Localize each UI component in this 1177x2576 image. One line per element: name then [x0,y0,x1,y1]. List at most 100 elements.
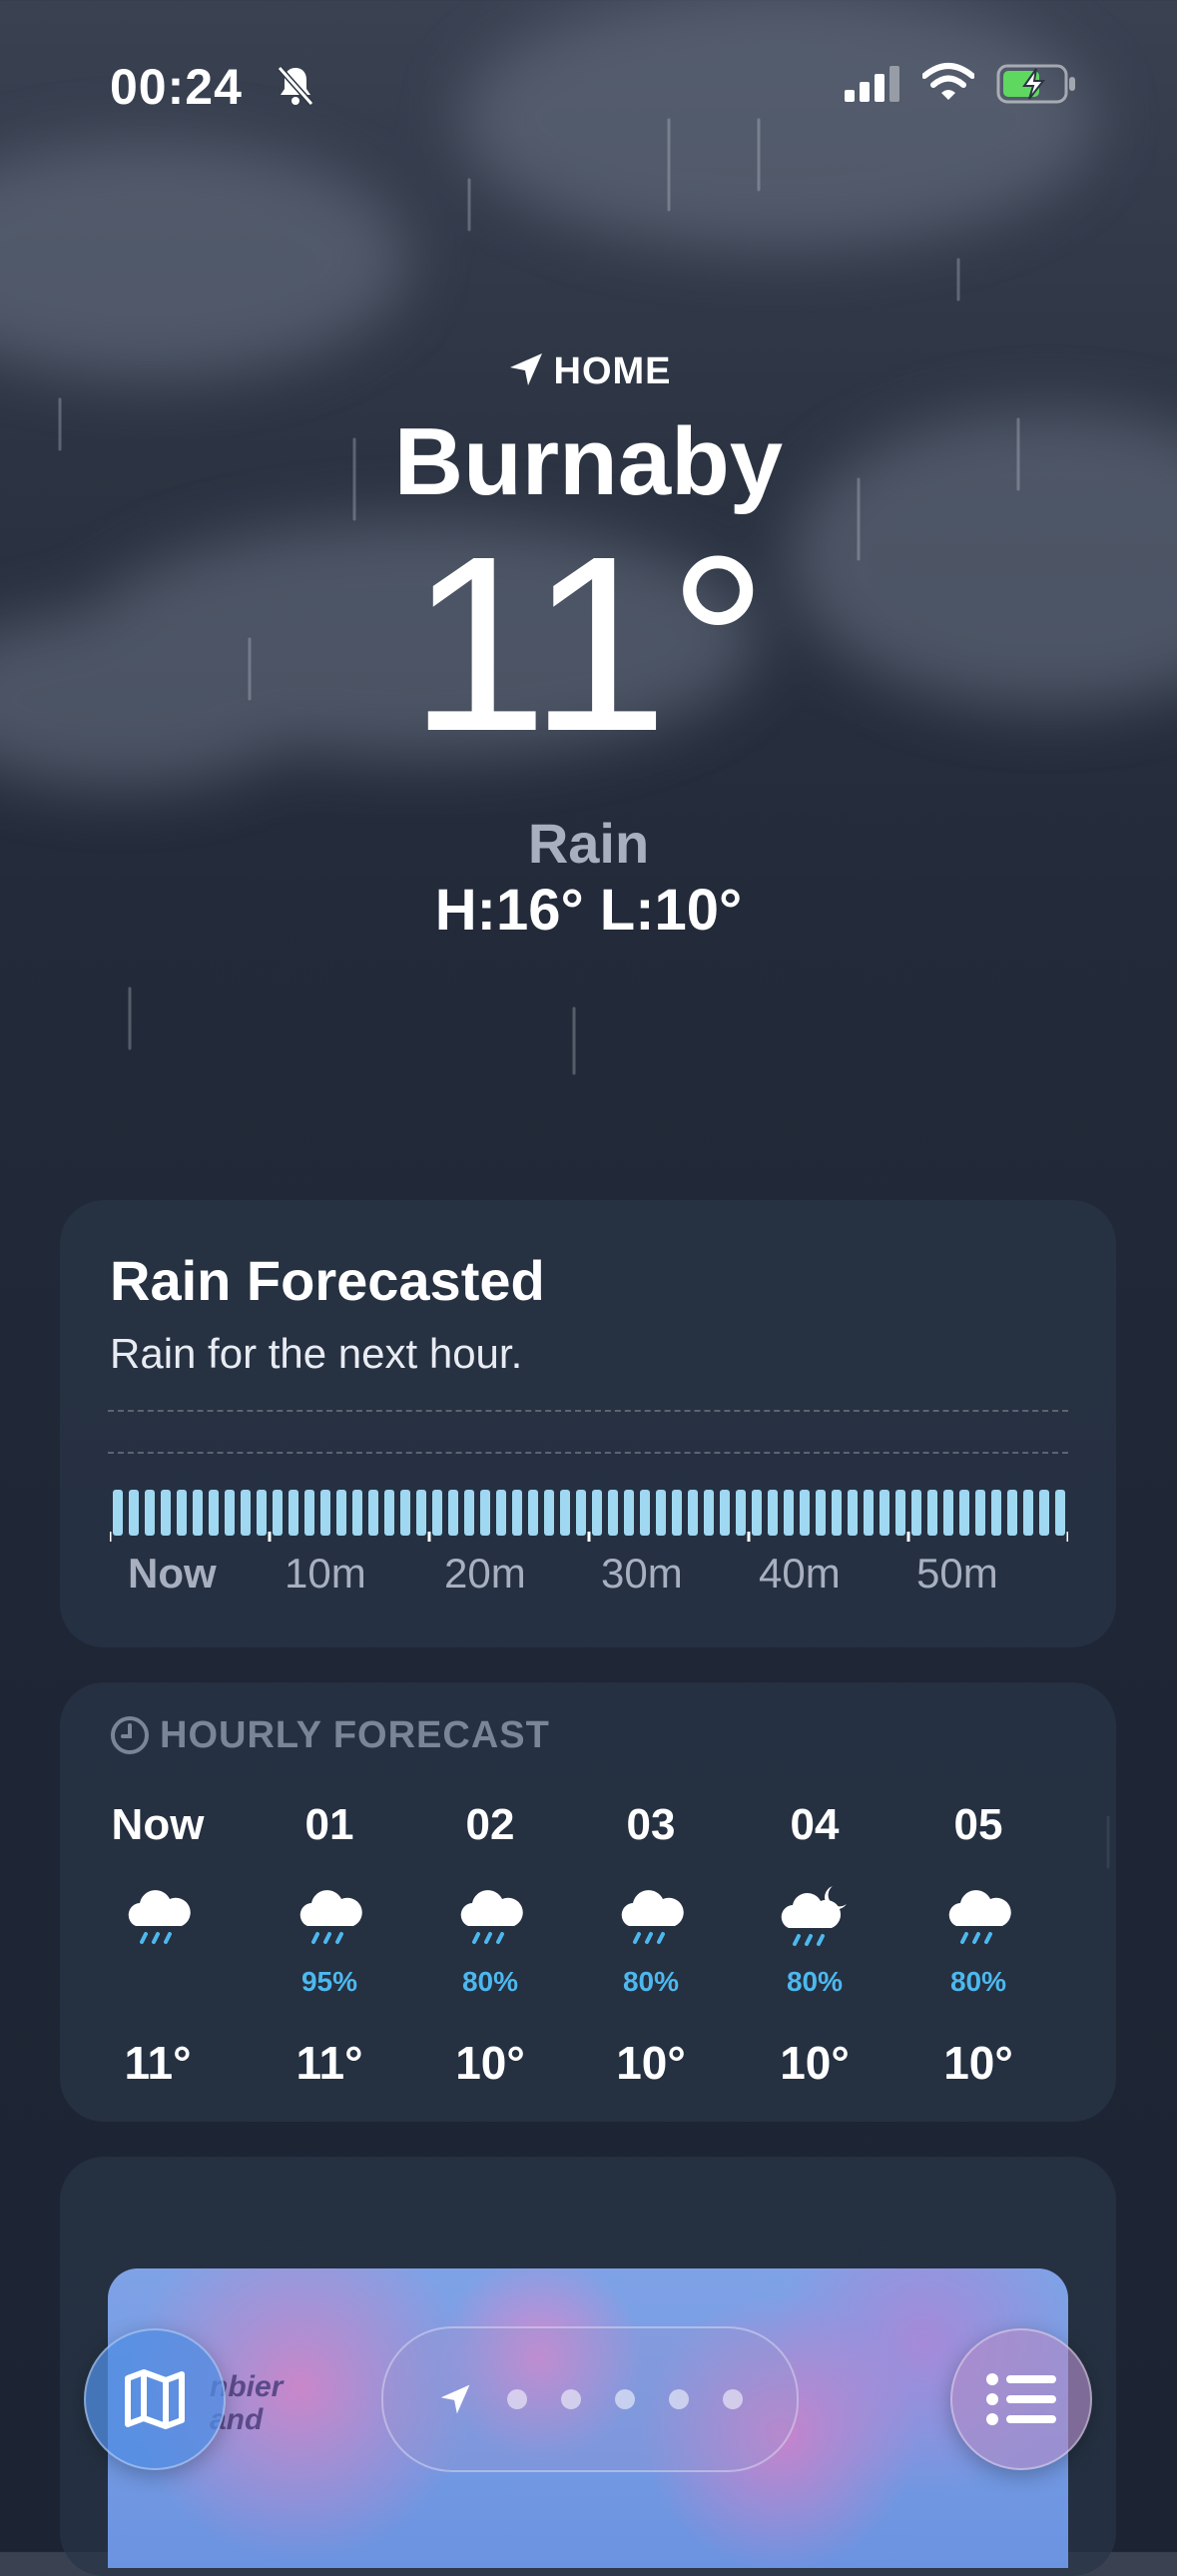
precip-bar [720,1490,730,1536]
hour-temperature: 10° [943,2037,1013,2089]
hourly-item-04: 04 80% 10° [740,1800,889,2090]
location-arrow-icon [509,353,542,385]
precip-bar [943,1490,953,1536]
precip-bar [704,1490,714,1536]
precip-bar [400,1490,410,1536]
page-dot[interactable] [507,2389,527,2409]
precip-bar [416,1490,426,1536]
page-dot[interactable] [669,2389,689,2409]
hourly-item-03: 03 80% 10° [576,1800,726,2090]
hour-time: Now [111,1800,205,1849]
timeline-label-40m: 40m [759,1550,841,1597]
precip-bar [560,1490,570,1536]
timeline-label-50m: 50m [916,1550,998,1597]
precip-bar [1039,1490,1049,1536]
location-tag: HOME [0,349,1177,393]
cloud-rain-icon [460,1890,523,1944]
precip-bar [320,1490,330,1536]
precip-bar [496,1490,506,1536]
precip-bar [432,1490,442,1536]
precip-bar [816,1490,826,1536]
precip-bar [177,1490,187,1536]
location-list-button[interactable] [950,2328,1092,2470]
precip-bar [880,1490,889,1536]
precip-bar [544,1490,554,1536]
hour-time: 01 [304,1800,354,1849]
cellular-signal-icon [845,66,899,102]
hour-temperature: 10° [616,2037,686,2089]
precip-bar [257,1490,267,1536]
intensity-gridline-middle [108,1452,1068,1454]
current-temperature: 11° [408,504,769,783]
precip-bar [129,1490,139,1536]
timeline-labels: Now 10m 20m 30m 40m 50m [110,1550,1068,1610]
precip-chance: 80% [786,1966,844,1997]
precip-bar [161,1490,171,1536]
cloud-rain-icon [299,1890,362,1944]
bell-slash-icon [277,66,314,106]
hourly-item-05: 05 80% 10° [903,1800,1053,2090]
timeline-label-10m: 10m [285,1550,366,1597]
precip-bar [225,1490,235,1536]
precip-bar [528,1490,538,1536]
precip-chance: 95% [300,1966,358,1997]
precip-bar [448,1490,458,1536]
precip-bar [895,1490,905,1536]
precip-bar [975,1490,985,1536]
precip-bar [768,1490,778,1536]
status-bar: 00:24 [0,58,1177,118]
page-dot[interactable] [723,2389,743,2409]
precip-chance [83,1966,233,1996]
hour-temperature: 11° [124,2037,192,2089]
hourly-item-02: 02 80% 10° [415,1800,565,2090]
precip-bar [608,1490,618,1536]
precipitation-bars [110,1490,1068,1542]
precip-bar [624,1490,634,1536]
location-tag-label: HOME [553,350,672,392]
precip-bar [832,1490,842,1536]
hourly-forecast-header: HOURLY FORECAST [110,1714,550,1757]
hourly-item-01: 01 95% 11° [255,1800,404,2090]
precip-bar [336,1490,346,1536]
current-location-arrow-icon [440,2384,470,2414]
high-low-temperature: H:16° L:10° [434,878,743,943]
map-icon [125,2369,185,2429]
clock-icon [111,1716,149,1754]
rain-forecast-card[interactable]: Rain Forecasted Rain for the next hour. … [60,1200,1116,1647]
page-dot[interactable] [561,2389,581,2409]
precip-bar [576,1490,586,1536]
location-pager[interactable] [381,2326,799,2472]
precip-bar [864,1490,874,1536]
city-name: Burnaby [393,408,784,515]
precip-chance: 80% [949,1966,1007,1997]
timeline-label-now: Now [128,1550,217,1597]
precip-bar [1023,1490,1033,1536]
wifi-icon [922,63,974,100]
hour-temperature: 10° [455,2037,525,2089]
precip-bar [368,1490,378,1536]
hour-time: 02 [465,1800,515,1849]
hourly-forecast-card[interactable]: HOURLY FORECAST Now 11° 01 95% 11° 02 80… [60,1682,1116,2122]
hour-temperature: 10° [780,2037,850,2089]
precip-bar [752,1490,762,1536]
cloud-rain-icon [948,1890,1011,1944]
precip-bar [911,1490,921,1536]
rain-card-title: Rain Forecasted [110,1249,545,1312]
precip-bar [672,1490,682,1536]
list-icon [986,2373,1056,2425]
precip-bar [512,1490,522,1536]
hourly-item-now: Now 11° [83,1800,233,2090]
precip-bar [1055,1490,1065,1536]
precip-bar [640,1490,650,1536]
map-button[interactable] [84,2328,226,2470]
cloud-moon-rain-icon [781,1886,847,1946]
hour-time: 03 [626,1800,676,1849]
page-dot[interactable] [615,2389,635,2409]
intensity-gridline-top [108,1410,1068,1412]
timeline-label-30m: 30m [601,1550,683,1597]
hourly-forecast-title: HOURLY FORECAST [160,1714,550,1756]
precip-bar [1007,1490,1017,1536]
precip-bar [193,1490,203,1536]
status-time: 00:24 [110,59,243,115]
precip-bar [464,1490,474,1536]
